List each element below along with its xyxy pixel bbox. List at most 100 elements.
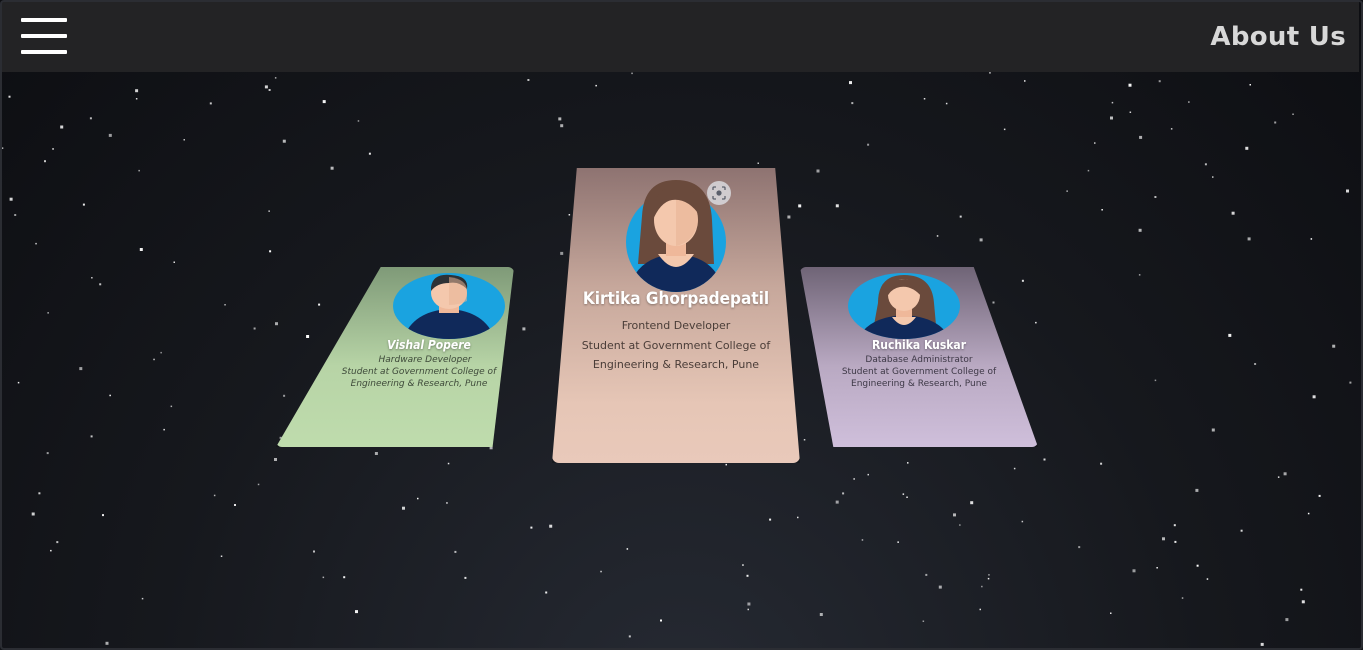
star	[1035, 321, 1037, 324]
star	[1154, 379, 1157, 382]
star	[1139, 135, 1143, 139]
star	[105, 641, 109, 645]
star	[849, 81, 852, 85]
star	[446, 502, 448, 504]
star	[282, 139, 286, 143]
star	[8, 95, 11, 98]
star	[52, 148, 54, 150]
star	[953, 513, 956, 517]
star	[988, 574, 990, 576]
star	[79, 367, 83, 371]
star	[549, 524, 553, 528]
visual-search-icon[interactable]	[707, 181, 731, 205]
star	[747, 602, 751, 606]
star	[959, 215, 962, 218]
star	[1206, 578, 1209, 580]
star	[1310, 238, 1313, 240]
star	[82, 203, 85, 206]
member-role: Frontend Developer	[621, 319, 731, 332]
star	[35, 242, 37, 245]
star	[1212, 176, 1214, 178]
star	[138, 169, 140, 172]
star	[268, 210, 270, 212]
star	[38, 492, 41, 495]
star	[1312, 395, 1316, 399]
star	[1066, 190, 1068, 192]
star	[173, 261, 175, 263]
star	[1087, 169, 1090, 172]
star	[1100, 462, 1103, 465]
star	[981, 585, 983, 588]
star	[31, 512, 35, 516]
star	[867, 143, 870, 146]
star	[922, 620, 925, 622]
star	[141, 597, 144, 600]
star	[1138, 274, 1141, 276]
star	[626, 548, 629, 550]
star	[1101, 209, 1103, 211]
star	[1132, 569, 1136, 573]
star	[1094, 142, 1096, 144]
star	[454, 550, 457, 553]
star	[851, 102, 854, 105]
hamburger-menu-icon[interactable]	[21, 18, 67, 56]
star	[1181, 597, 1184, 599]
star	[742, 564, 744, 566]
star	[102, 514, 104, 517]
star	[1260, 642, 1264, 646]
star	[417, 497, 419, 500]
top-bar: About Us	[2, 2, 1359, 72]
star	[979, 238, 983, 242]
star	[1128, 83, 1132, 87]
star	[9, 197, 13, 201]
star	[47, 312, 49, 314]
star	[1188, 101, 1190, 103]
star	[1211, 428, 1215, 432]
star	[1, 147, 4, 149]
star	[902, 493, 905, 495]
star	[560, 124, 564, 128]
star	[368, 152, 371, 155]
star	[1254, 363, 1257, 365]
star	[1274, 121, 1277, 124]
star	[959, 524, 961, 526]
star	[275, 322, 278, 326]
star	[163, 428, 165, 431]
star	[1346, 189, 1349, 193]
star	[139, 248, 143, 251]
star	[925, 573, 928, 576]
star	[970, 501, 974, 505]
star	[835, 500, 839, 504]
star	[1247, 237, 1251, 241]
star	[1156, 567, 1158, 569]
male-avatar-icon	[393, 273, 505, 339]
star	[91, 277, 93, 279]
star	[558, 117, 562, 121]
star	[1021, 520, 1024, 523]
star	[1174, 540, 1177, 543]
star	[44, 160, 46, 163]
star	[803, 439, 806, 441]
star	[816, 169, 820, 173]
star	[522, 327, 526, 331]
star	[628, 635, 631, 638]
star	[108, 133, 112, 137]
star	[99, 283, 102, 286]
star	[987, 577, 990, 580]
star	[1013, 467, 1016, 470]
star	[109, 394, 111, 397]
star	[1300, 588, 1303, 591]
star	[135, 98, 138, 100]
star	[867, 473, 869, 476]
star	[1173, 524, 1176, 527]
star	[936, 235, 939, 237]
star	[797, 516, 799, 519]
team-card-kirtika[interactable]: Kirtika Ghorpadepatil Frontend Developer…	[552, 168, 800, 463]
star	[1078, 546, 1081, 549]
star	[209, 102, 212, 105]
star	[1195, 488, 1199, 492]
star	[1231, 211, 1235, 215]
star	[527, 79, 530, 81]
star	[343, 576, 346, 579]
star	[842, 492, 845, 495]
